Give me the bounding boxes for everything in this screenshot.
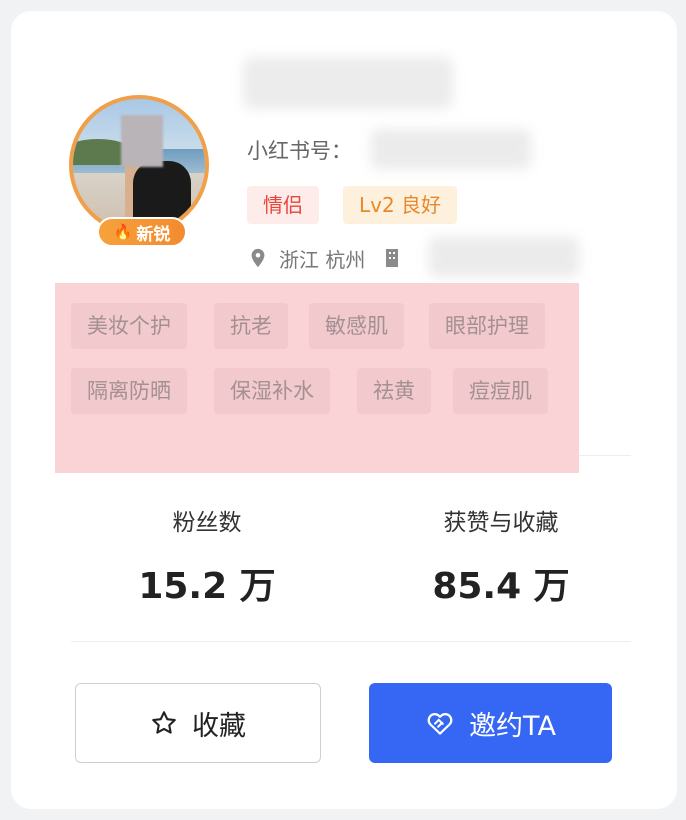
tag-level: Lv2 良好 xyxy=(343,186,458,224)
invite-button[interactable]: 邀约TA xyxy=(369,683,612,763)
red-id-label: 小红书号： xyxy=(247,139,352,163)
interest-tag[interactable]: 敏感肌 xyxy=(309,303,404,349)
location-pin-icon xyxy=(251,248,265,268)
favorite-button-label: 收藏 xyxy=(192,710,246,742)
avatar-container[interactable]: 🔥 新锐 xyxy=(69,95,215,247)
avatar-face-mosaic xyxy=(121,115,163,167)
likes-count: 85.4 万 xyxy=(432,566,570,607)
interest-tag[interactable]: 隔离防晒 xyxy=(71,368,187,414)
star-outline-icon xyxy=(152,711,176,734)
invite-button-label: 邀约TA xyxy=(469,710,556,742)
red-id-redacted xyxy=(371,129,531,169)
divider xyxy=(71,641,631,642)
favorite-button[interactable]: 收藏 xyxy=(75,683,321,763)
new-creator-badge: 🔥 新锐 xyxy=(97,217,187,247)
interest-tag[interactable]: 保湿补水 xyxy=(214,368,330,414)
profile-card: 🔥 新锐 小红书号： 情侣 Lv2 良好 浙江 杭州 美妆个护 抗老 敏感肌 眼… xyxy=(11,11,677,809)
location-row: 浙江 杭州 xyxy=(247,241,399,275)
interest-tag[interactable]: 眼部护理 xyxy=(429,303,545,349)
flame-icon: 🔥 xyxy=(113,223,133,241)
followers-label: 粉丝数 xyxy=(172,510,242,536)
tag-couple: 情侣 xyxy=(247,186,319,224)
interest-tag[interactable]: 美妆个护 xyxy=(71,303,187,349)
interest-tag[interactable]: 抗老 xyxy=(214,303,288,349)
new-creator-badge-label: 新锐 xyxy=(136,224,171,245)
likes-label: 获赞与收藏 xyxy=(443,510,559,536)
followers-count: 15.2 万 xyxy=(138,566,276,607)
handshake-heart-icon xyxy=(427,712,453,735)
avatar[interactable] xyxy=(69,95,209,235)
nickname-redacted xyxy=(243,57,453,109)
divider xyxy=(579,455,631,456)
interest-tag[interactable]: 祛黄 xyxy=(357,368,431,414)
interest-tag[interactable]: 痘痘肌 xyxy=(453,368,548,414)
building-icon xyxy=(386,249,399,267)
company-redacted xyxy=(429,237,579,277)
location-text: 浙江 杭州 xyxy=(279,247,366,272)
